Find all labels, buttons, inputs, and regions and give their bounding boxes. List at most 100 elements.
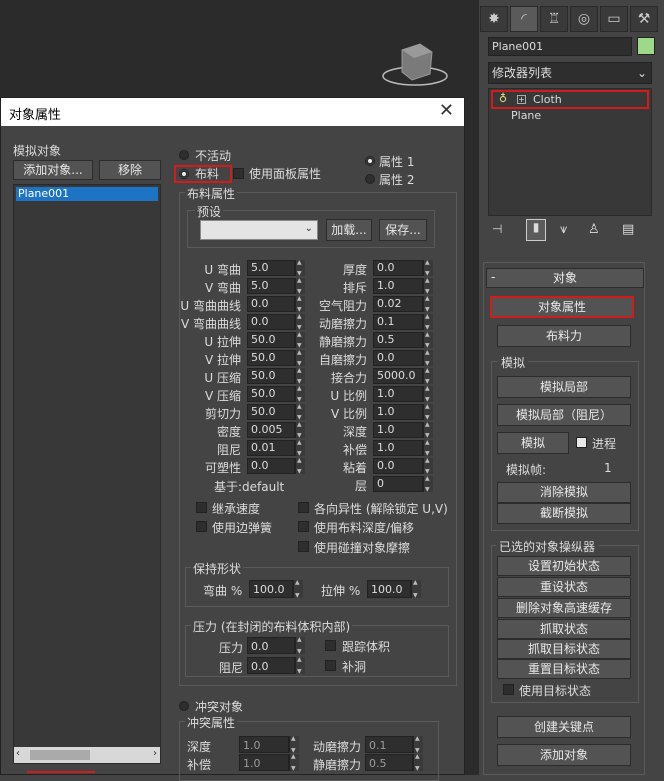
preset-dropdown[interactable]: ⌄ <box>200 220 318 240</box>
reset-state-button[interactable]: 重设状态 <box>497 577 631 597</box>
expand-icon[interactable]: + <box>517 95 526 104</box>
param-field[interactable]: 0.0 <box>247 458 295 474</box>
sim-objects-list[interactable]: Plane001 ‹ › <box>13 184 161 764</box>
collision-offset-field[interactable]: 1.0 <box>239 754 289 771</box>
use-target-state-checkbox[interactable] <box>503 684 514 695</box>
param-field[interactable]: 0.0 <box>373 350 423 366</box>
inactive-radio[interactable] <box>179 150 189 160</box>
param-spinner[interactable] <box>423 367 433 385</box>
reset-target-state-button[interactable]: 重置目标状态 <box>497 659 631 679</box>
create-tab-icon[interactable]: ✸ <box>480 6 508 32</box>
add-object-button[interactable]: 添加对象... <box>13 160 93 180</box>
param-field[interactable]: 0.0 <box>373 458 423 474</box>
object-rollout-header[interactable]: - 对象 <box>486 268 644 288</box>
remove-modifier-icon[interactable]: ♙ <box>588 222 608 240</box>
param-spinner[interactable] <box>423 349 433 367</box>
use-collision-friction-checkbox[interactable] <box>298 541 309 552</box>
param-field[interactable]: 0.5 <box>373 332 423 348</box>
motion-tab-icon[interactable]: ◎ <box>570 6 598 32</box>
hierarchy-tab-icon[interactable]: ♖ <box>540 6 568 32</box>
horizontal-scrollbar[interactable]: ‹ › <box>14 747 160 763</box>
collision-static-friction-spinner[interactable] <box>413 753 423 772</box>
track-volume-checkbox[interactable] <box>325 640 336 651</box>
simulate-local-button[interactable]: 模拟局部 <box>497 376 631 398</box>
param-field[interactable]: 0.02 <box>373 296 423 312</box>
save-preset-button[interactable]: 保存... <box>379 219 427 241</box>
use-edge-springs-checkbox[interactable] <box>196 521 207 532</box>
modifier-list-dropdown[interactable]: 修改器列表 ⌄ <box>488 62 652 84</box>
grab-state-button[interactable]: 抓取状态 <box>497 619 631 639</box>
pressure-damping-field[interactable]: 0.0 <box>247 657 295 674</box>
stack-item-plane[interactable]: Plane <box>511 109 541 122</box>
bend-pct-field[interactable]: 100.0 <box>249 580 293 598</box>
object-name-field[interactable]: Plane001 <box>488 37 632 56</box>
param-field[interactable]: 0.0 <box>247 314 295 330</box>
cloth-forces-button[interactable]: 布料力 <box>497 325 631 347</box>
create-keys-button[interactable]: 创建关键点 <box>497 716 631 738</box>
pin-stack-icon[interactable]: ⊣ <box>492 222 512 240</box>
property1-radio[interactable] <box>365 156 375 166</box>
scroll-left-icon[interactable]: ‹ <box>16 748 20 759</box>
anisotropic-checkbox[interactable] <box>298 502 309 513</box>
progress-checkbox[interactable] <box>576 437 587 448</box>
param-field[interactable]: 0.0 <box>247 296 295 312</box>
collision-depth-field[interactable]: 1.0 <box>239 736 289 753</box>
load-preset-button[interactable]: 加载... <box>326 219 372 241</box>
configure-sets-icon[interactable]: ▤ <box>622 222 642 240</box>
param-spinner[interactable] <box>423 313 433 331</box>
use-panel-props-checkbox[interactable] <box>233 168 244 179</box>
collision-offset-spinner[interactable] <box>289 753 299 772</box>
inherit-velocity-checkbox[interactable] <box>196 502 207 513</box>
set-initial-state-button[interactable]: 设置初始状态 <box>497 556 631 576</box>
cloth-radio[interactable] <box>179 169 189 179</box>
param-field[interactable]: 1.0 <box>373 422 423 438</box>
param-field[interactable]: 0 <box>373 476 423 492</box>
param-field[interactable]: 5000.0 <box>373 368 423 384</box>
make-unique-icon[interactable]: ⩛ <box>560 222 580 240</box>
param-spinner[interactable] <box>423 277 433 295</box>
param-spinner[interactable] <box>423 439 433 457</box>
param-spinner[interactable] <box>423 295 433 313</box>
param-spinner[interactable] <box>423 475 433 493</box>
collision-dyn-friction-spinner[interactable] <box>413 735 423 754</box>
pressure-field[interactable]: 0.0 <box>247 637 295 654</box>
param-field[interactable]: 1.0 <box>373 386 423 402</box>
param-spinner[interactable] <box>423 331 433 349</box>
remove-button[interactable]: 移除 <box>99 160 161 180</box>
delete-object-cache-button[interactable]: 删除对象高速缓存 <box>497 598 631 618</box>
param-field[interactable]: 50.0 <box>247 368 295 384</box>
collision-static-friction-field[interactable]: 0.5 <box>365 754 413 771</box>
list-item[interactable]: Plane001 <box>16 187 158 201</box>
truncate-simulation-button[interactable]: 截断模拟 <box>497 503 631 524</box>
use-cloth-depth-checkbox[interactable] <box>298 521 309 532</box>
collision-dyn-friction-field[interactable]: 0.1 <box>365 736 413 753</box>
add-objects-button[interactable]: 添加对象 <box>497 744 631 766</box>
erase-simulation-button[interactable]: 消除模拟 <box>497 482 631 503</box>
object-color-swatch[interactable] <box>637 37 655 55</box>
stack-item-cloth[interactable]: ♁ + Cloth <box>491 90 649 109</box>
property2-radio[interactable] <box>365 174 375 184</box>
modifier-stack[interactable]: ♁ + Cloth Plane <box>488 88 652 216</box>
scroll-right-icon[interactable]: › <box>153 748 157 759</box>
simulate-button[interactable]: 模拟 <box>497 432 569 454</box>
lightbulb-icon[interactable]: ♁ <box>499 92 507 105</box>
grab-target-state-button[interactable]: 抓取目标状态 <box>497 639 631 659</box>
bend-pct-spinner[interactable] <box>293 579 303 599</box>
stretch-pct-field[interactable]: 100.0 <box>367 580 411 598</box>
close-icon[interactable]: ✕ <box>439 100 454 121</box>
param-field[interactable]: 5.0 <box>247 278 295 294</box>
param-field[interactable]: 1.0 <box>373 404 423 420</box>
collision-depth-spinner[interactable] <box>289 735 299 754</box>
utilities-tab-icon[interactable]: ⚒ <box>630 6 658 32</box>
display-tab-icon[interactable]: ▭ <box>600 6 628 32</box>
param-spinner[interactable] <box>423 403 433 421</box>
param-field[interactable]: 50.0 <box>247 332 295 348</box>
scroll-thumb[interactable] <box>30 750 90 760</box>
collision-object-radio[interactable] <box>179 701 189 711</box>
param-spinner[interactable] <box>423 457 433 475</box>
param-field[interactable]: 50.0 <box>247 386 295 402</box>
param-field[interactable]: 50.0 <box>247 404 295 420</box>
pressure-damping-spinner[interactable] <box>295 656 305 675</box>
cap-holes-checkbox[interactable] <box>325 660 336 671</box>
param-field[interactable]: 0.0 <box>373 260 423 276</box>
